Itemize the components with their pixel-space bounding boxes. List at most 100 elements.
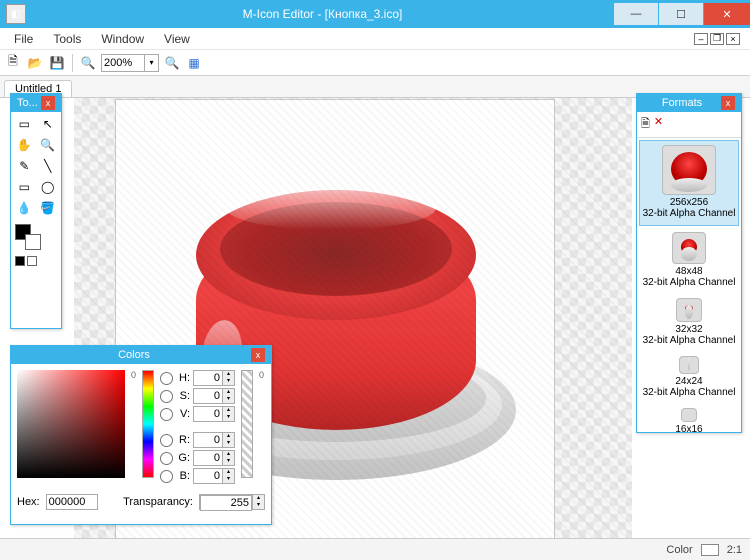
- format-size: 24x24: [639, 376, 739, 387]
- format-size: 32x32: [639, 324, 739, 335]
- radio-r[interactable]: [160, 434, 173, 447]
- spin-up-icon[interactable]: ▴: [222, 371, 234, 378]
- tool-ellipse-icon[interactable]: ◯: [37, 177, 60, 197]
- format-thumb-icon: [679, 356, 699, 374]
- label-s: S:: [176, 390, 190, 402]
- format-size: 48x48: [639, 266, 739, 277]
- format-item[interactable]: 48x48 32-bit Alpha Channel: [637, 228, 741, 294]
- input-r[interactable]: [194, 433, 222, 447]
- mdi-minimize-icon[interactable]: –: [694, 33, 708, 45]
- save-file-icon[interactable]: 💾: [48, 54, 66, 72]
- open-file-icon[interactable]: 📂: [26, 54, 44, 72]
- panel-close-icon[interactable]: x: [41, 96, 55, 110]
- tool-zoom-icon[interactable]: 🔍: [37, 135, 60, 155]
- zoom-icon[interactable]: 🔍: [79, 54, 97, 72]
- format-thumb-icon: [681, 408, 697, 422]
- format-thumb-icon: [662, 145, 716, 195]
- radio-s[interactable]: [160, 390, 173, 403]
- delete-format-icon[interactable]: ✕: [654, 115, 663, 134]
- radio-v[interactable]: [160, 408, 173, 421]
- format-size: 256x256: [642, 197, 736, 208]
- format-item[interactable]: 32x32 32-bit Alpha Channel: [637, 294, 741, 352]
- maximize-button[interactable]: ☐: [659, 3, 703, 25]
- add-format-icon[interactable]: 🗎: [641, 115, 650, 134]
- menu-bar: File Tools Window View – ❐ ×: [0, 28, 750, 50]
- tool-pencil-icon[interactable]: ✎: [13, 156, 36, 176]
- label-h: H:: [176, 372, 190, 384]
- status-bar: Color 2:1: [0, 538, 750, 560]
- picker-zero-label: 0: [131, 370, 136, 484]
- mdi-close-icon[interactable]: ×: [726, 33, 740, 45]
- tool-hand-icon[interactable]: ✋: [13, 135, 36, 155]
- format-item[interactable]: 24x24 32-bit Alpha Channel: [637, 352, 741, 404]
- window-title: M-Icon Editor - [Кнопка_3.ico]: [32, 7, 613, 21]
- background-swatch[interactable]: [25, 234, 41, 250]
- format-item[interactable]: 256x256 32-bit Alpha Channel: [639, 140, 739, 226]
- formats-panel[interactable]: Formats x 🗎 ✕ 256x256 32-bit Alpha Chann…: [636, 93, 742, 433]
- spin-down-icon[interactable]: ▾: [222, 378, 234, 385]
- input-b[interactable]: [194, 469, 222, 483]
- main-toolbar: 🗎 📂 💾 🔍 ▾ 🔍 ▦: [0, 50, 750, 76]
- format-item[interactable]: 16x16 32-bit Alpha Channel: [637, 404, 741, 432]
- format-depth: 32-bit Alpha Channel: [639, 387, 739, 398]
- mini-swatch-white[interactable]: [27, 256, 37, 266]
- alpha-slider[interactable]: [241, 370, 253, 478]
- transparency-label: Transparancy:: [123, 496, 193, 508]
- minimize-button[interactable]: —: [614, 3, 658, 25]
- mdi-restore-icon[interactable]: ❐: [710, 33, 724, 45]
- format-depth: 32-bit Alpha Channel: [639, 335, 739, 346]
- panel-close-icon[interactable]: x: [721, 96, 735, 110]
- mini-swatch-black[interactable]: [15, 256, 25, 266]
- zoom-combo[interactable]: ▾: [101, 54, 159, 72]
- zoom-input[interactable]: [102, 55, 144, 71]
- label-r: R:: [176, 434, 190, 446]
- colors-panel-title: Colors: [17, 349, 251, 361]
- tool-rect-icon[interactable]: ▭: [13, 177, 36, 197]
- label-g: G:: [176, 452, 190, 464]
- input-v[interactable]: [194, 407, 222, 421]
- radio-g[interactable]: [160, 452, 173, 465]
- panel-close-icon[interactable]: x: [251, 348, 265, 362]
- status-color-swatch[interactable]: [701, 544, 719, 556]
- hue-slider[interactable]: [142, 370, 154, 478]
- input-s[interactable]: [194, 389, 222, 403]
- menu-file[interactable]: File: [4, 30, 43, 48]
- tool-line-icon[interactable]: ╲: [37, 156, 60, 176]
- app-icon: ◧: [6, 4, 26, 24]
- hex-input[interactable]: [46, 494, 98, 510]
- zoom-fit-icon[interactable]: 🔍: [163, 54, 181, 72]
- label-b: B:: [176, 470, 190, 482]
- new-file-icon[interactable]: 🗎: [4, 54, 22, 72]
- input-h[interactable]: [194, 371, 222, 385]
- status-color-label: Color: [666, 544, 692, 556]
- color-field[interactable]: [17, 370, 125, 478]
- radio-h[interactable]: [160, 372, 173, 385]
- menu-tools[interactable]: Tools: [43, 30, 91, 48]
- format-depth: 32-bit Alpha Channel: [639, 277, 739, 288]
- transparency-input[interactable]: [200, 495, 252, 511]
- toolbar-separator: [72, 54, 73, 72]
- tools-panel-title: To...: [17, 97, 38, 109]
- chevron-down-icon[interactable]: ▾: [144, 55, 158, 71]
- formats-list[interactable]: 256x256 32-bit Alpha Channel 48x48 32-bi…: [637, 138, 741, 432]
- status-zoom-ratio: 2:1: [727, 544, 742, 556]
- tool-eyedropper-icon[interactable]: 💧: [13, 198, 36, 218]
- alpha-zero-label: 0: [259, 370, 264, 484]
- grid-icon[interactable]: ▦: [185, 54, 203, 72]
- tool-fill-icon[interactable]: 🪣: [37, 198, 60, 218]
- color-swatches: [11, 220, 61, 270]
- input-g[interactable]: [194, 451, 222, 465]
- format-thumb-icon: [672, 232, 706, 264]
- tool-pointer-icon[interactable]: ↖: [37, 114, 60, 134]
- title-bar: ◧ M-Icon Editor - [Кнопка_3.ico] — ☐ ✕: [0, 0, 750, 28]
- colors-panel[interactable]: Colors x 0 H:▴▾ S:▴▾ V:▴▾ R:▴▾ G:▴▾ B:▴▾…: [10, 345, 272, 525]
- tool-select-rect-icon[interactable]: ▭: [13, 114, 36, 134]
- format-depth: 32-bit Alpha Channel: [642, 208, 736, 219]
- menu-window[interactable]: Window: [91, 30, 154, 48]
- radio-b[interactable]: [160, 470, 173, 483]
- tools-panel[interactable]: To... x ▭ ↖ ✋ 🔍 ✎ ╲ ▭ ◯ 💧 🪣: [10, 93, 62, 329]
- format-thumb-icon: [676, 298, 702, 322]
- close-button[interactable]: ✕: [704, 3, 750, 25]
- hex-label: Hex:: [17, 496, 40, 508]
- menu-view[interactable]: View: [154, 30, 200, 48]
